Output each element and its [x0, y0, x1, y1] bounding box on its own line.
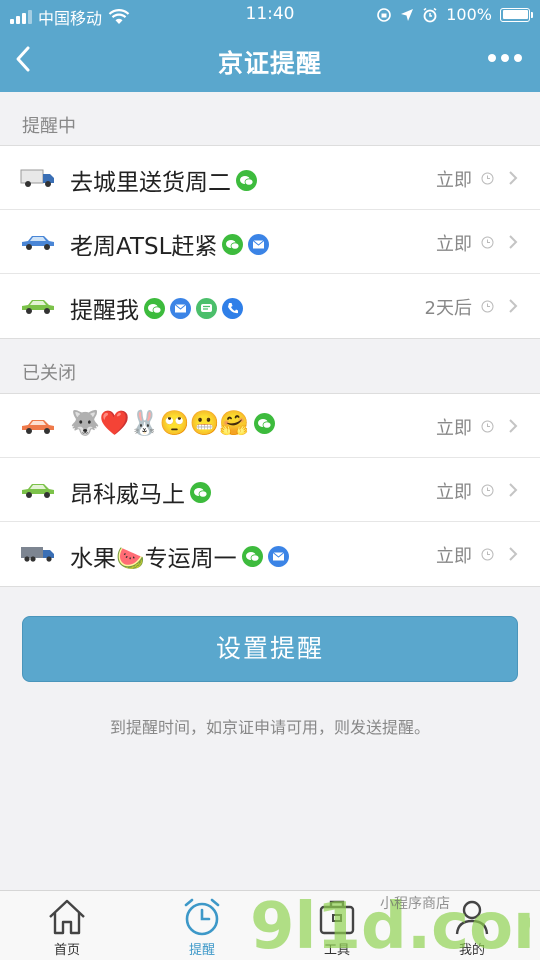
truck-icon — [20, 169, 54, 187]
reminder-list-active: 去城里送货周二 立即 老周ATSL赶紧 立即 提醒我 2天后 — [0, 145, 540, 339]
page-title: 京证提醒 — [217, 49, 322, 78]
reminder-time: 立即 — [436, 546, 472, 567]
wechat-icon — [222, 233, 244, 255]
reminder-time: 立即 — [436, 482, 472, 503]
mail-icon — [248, 233, 270, 255]
clock-icon — [481, 172, 494, 185]
sms-icon — [196, 297, 217, 319]
chevron-right-icon — [509, 419, 518, 433]
reminder-list-closed: 🐺❤️🐰🙄😬🤗 立即 昂科威马上 立即 水果🍉专运周一 立即 — [0, 393, 540, 587]
wechat-icon — [144, 297, 165, 319]
more-icon[interactable] — [488, 54, 522, 62]
car-green-icon — [22, 484, 54, 498]
status-bar: 中国移动 11:40 100% — [0, 0, 540, 30]
reminder-time: 立即 — [436, 170, 472, 191]
wechat-icon — [241, 545, 263, 567]
wechat-icon — [190, 481, 211, 503]
list-item[interactable]: 水果🍉专运周一 立即 — [0, 522, 540, 586]
alarm-clock-icon — [184, 898, 220, 936]
reminder-name: 昂科威马上 — [70, 482, 185, 508]
list-item[interactable]: 昂科威马上 立即 — [0, 458, 540, 522]
list-item[interactable]: 🐺❤️🐰🙄😬🤗 立即 — [0, 394, 540, 458]
watermark-logo: 9l1d.com 小程序商店 — [250, 890, 530, 958]
tab-home[interactable]: 首页 — [27, 895, 107, 959]
location-icon — [401, 8, 414, 21]
nav-bar: 京证提醒 — [0, 30, 540, 92]
set-reminder-button[interactable]: 设置提醒 — [22, 616, 518, 682]
list-item[interactable]: 提醒我 2天后 — [0, 274, 540, 338]
clock-icon — [481, 548, 494, 561]
clock-icon — [481, 420, 494, 433]
home-icon — [49, 899, 85, 935]
tab-label: 首页 — [53, 943, 80, 958]
battery-icon — [500, 7, 533, 22]
clock-icon — [481, 300, 494, 313]
reminder-name: 去城里送货周二 — [70, 170, 231, 196]
mail-icon — [267, 545, 289, 567]
reminder-time: 立即 — [436, 234, 472, 255]
chevron-right-icon — [509, 299, 518, 313]
chevron-right-icon — [509, 171, 518, 185]
mail-icon — [170, 297, 191, 319]
hint-text: 到提醒时间，如京证申请可用，则发送提醒。 — [109, 718, 430, 737]
alarm-icon — [423, 7, 437, 22]
phone-icon — [222, 297, 243, 319]
reminder-name: 🐺❤️🐰🙄😬🤗 — [70, 409, 250, 437]
car-green-icon — [22, 300, 54, 314]
reminder-time: 2天后 — [424, 298, 472, 319]
reminder-time: 立即 — [436, 418, 472, 439]
section-label-active: 提醒中 — [22, 116, 76, 137]
list-item[interactable]: 老周ATSL赶紧 立即 — [0, 210, 540, 274]
reminder-name: 老周ATSL赶紧 — [70, 234, 218, 260]
watermark-sub: 小程序商店 — [380, 896, 450, 912]
truck-gray-icon — [21, 547, 54, 562]
battery-percent: 100% — [446, 5, 492, 24]
chevron-right-icon — [509, 235, 518, 249]
clock-icon — [481, 484, 494, 497]
clock-icon — [481, 236, 494, 249]
car-blue-icon — [22, 236, 54, 250]
top-bar: 中国移动 11:40 100% 京证提醒 — [0, 0, 540, 92]
rotation-lock-icon — [377, 7, 392, 22]
car-orange-icon — [22, 420, 54, 434]
chevron-right-icon — [509, 483, 518, 497]
chevron-right-icon — [509, 547, 518, 561]
section-label-closed: 已关闭 — [22, 363, 76, 384]
reminder-name: 水果🍉专运周一 — [70, 546, 237, 572]
list-item[interactable]: 去城里送货周二 立即 — [0, 146, 540, 210]
wechat-icon — [254, 412, 276, 434]
reminder-name: 提醒我 — [70, 298, 139, 324]
wechat-icon — [236, 169, 257, 191]
